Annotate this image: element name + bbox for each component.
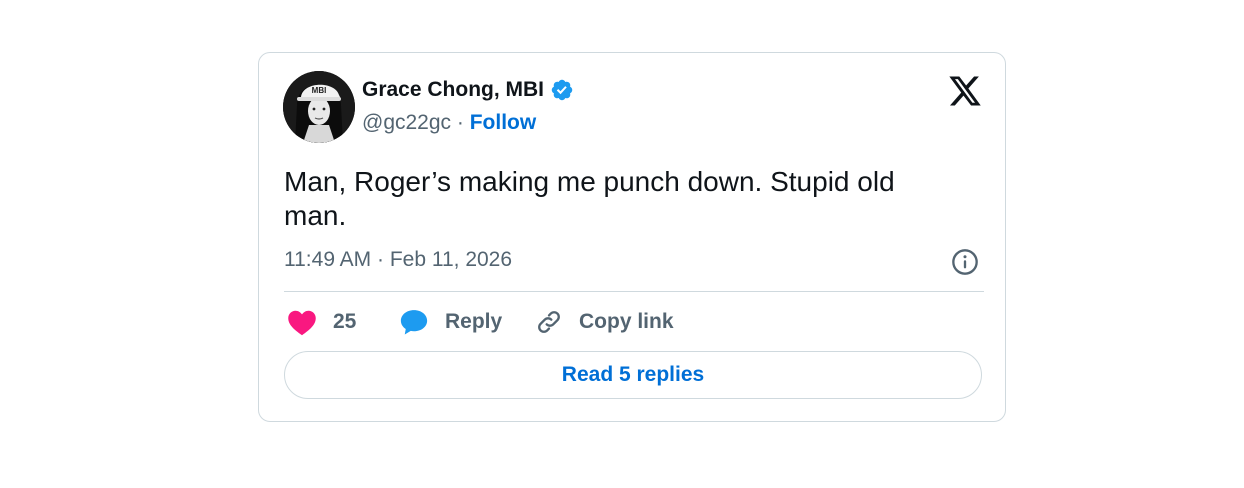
tweet-text: Man, Roger’s making me punch down. Stupi…	[284, 166, 895, 231]
speech-bubble-icon	[400, 310, 428, 335]
read-replies-button[interactable]: Read 5 replies	[284, 351, 982, 399]
avatar-cap-text: MBI	[312, 86, 327, 95]
copy-link-label: Copy link	[579, 310, 674, 333]
tweet-timestamp[interactable]: 11:49 AM · Feb 11, 2026	[284, 248, 512, 272]
avatar[interactable]: MBI	[283, 71, 355, 143]
reply-label: Reply	[445, 310, 503, 333]
info-icon[interactable]	[951, 248, 979, 276]
handle-row: @gc22gc · Follow	[362, 111, 536, 135]
reply-button[interactable]: Reply	[399, 307, 502, 337]
copy-link-button[interactable]: Copy link	[535, 307, 674, 337]
handle-separator: ·	[451, 111, 470, 134]
author-handle[interactable]: @gc22gc	[362, 111, 451, 134]
follow-button[interactable]: Follow	[470, 111, 537, 134]
author-name-text: Grace Chong, MBI	[362, 78, 545, 101]
like-count: 25	[333, 310, 357, 333]
heart-icon	[288, 310, 316, 336]
avatar-image: MBI	[283, 71, 355, 143]
verified-badge-icon	[550, 78, 574, 102]
author-name[interactable]: Grace Chong, MBI	[362, 78, 574, 102]
link-icon	[538, 311, 560, 333]
read-replies-label: Read 5 replies	[561, 363, 705, 386]
divider	[284, 291, 984, 292]
like-button[interactable]: 25	[287, 307, 356, 337]
tweet-card: MBI Grace Chong, MBI @gc22gc · Follow Ma…	[258, 52, 1006, 422]
x-logo-icon[interactable]	[947, 75, 983, 107]
